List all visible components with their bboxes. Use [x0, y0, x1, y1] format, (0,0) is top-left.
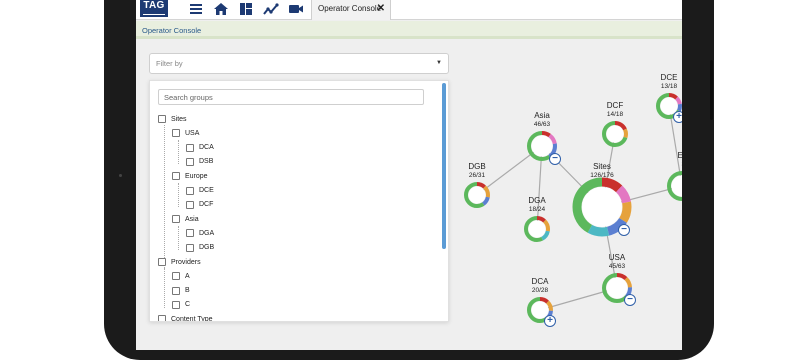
- tree-item-label: DGB: [199, 244, 215, 252]
- node-name-asia: Asia: [534, 111, 550, 120]
- tree-checkbox[interactable]: [158, 115, 166, 123]
- tree-item-dsb[interactable]: DSB: [186, 157, 214, 166]
- tablet-camera-dot: [119, 174, 122, 177]
- node-center: [531, 135, 553, 157]
- tree-checkbox[interactable]: [158, 315, 166, 321]
- tree-item-label: Providers: [171, 258, 201, 266]
- node-name-dca: DCA: [531, 277, 549, 286]
- tree-item-sites[interactable]: Sites: [158, 115, 187, 123]
- graph-node-dgb[interactable]: [464, 182, 490, 208]
- tree-checkbox[interactable]: [186, 143, 194, 152]
- tree-guide-line: [164, 125, 165, 278]
- node-count-dce: 13/18: [660, 83, 678, 90]
- node-name-dga: DGA: [528, 196, 546, 205]
- tree-item-label: A: [185, 272, 190, 280]
- tablet-side-button: [710, 60, 713, 120]
- search-groups-input[interactable]: Search groups: [158, 89, 424, 105]
- graph-node-europe[interactable]: [667, 171, 682, 201]
- tree-item-label: Content Type: [171, 315, 213, 322]
- tree-checkbox[interactable]: [172, 172, 180, 181]
- tree-item-europe[interactable]: Europe: [172, 172, 208, 181]
- tree-item-label: DCF: [199, 201, 214, 209]
- expand-node-button[interactable]: +: [544, 315, 556, 327]
- tree-checkbox[interactable]: [186, 200, 194, 209]
- groups-panel: Search groups Sites USA DCA DSB Europe DCE DCF…: [149, 80, 449, 322]
- node-count-usa: 45/63: [608, 263, 626, 270]
- chevron-down-icon: ▼: [436, 60, 442, 66]
- tree-item-label: Europe: [185, 172, 208, 180]
- tree-item-label: Asia: [185, 215, 199, 223]
- tree-item-label: USA: [185, 129, 200, 137]
- tree-item-dcf[interactable]: DCF: [186, 200, 214, 209]
- collapse-node-button[interactable]: −: [549, 153, 561, 165]
- tree-item-usa[interactable]: USA: [172, 129, 200, 138]
- node-count-dgb: 26/31: [468, 172, 486, 179]
- collapse-node-button[interactable]: −: [624, 294, 636, 306]
- tree-checkbox[interactable]: [186, 157, 194, 166]
- tree-guide-line: [178, 183, 179, 207]
- tree-item-dgb[interactable]: DGB: [186, 243, 215, 252]
- node-count-dga: 18/24: [528, 206, 546, 213]
- node-count-asia: 46/63: [533, 121, 551, 128]
- tree-guide-line: [178, 140, 179, 164]
- node-center: [528, 220, 546, 238]
- tree-checkbox[interactable]: [186, 186, 194, 195]
- tree-item-label: Sites: [171, 115, 187, 123]
- tree-item-content-type[interactable]: Content Type: [158, 315, 213, 322]
- tree-item-label: B: [185, 287, 190, 295]
- tree-item-b[interactable]: B: [172, 286, 190, 295]
- search-groups-placeholder: Search groups: [164, 93, 213, 102]
- tree-item-dca[interactable]: DCA: [186, 143, 214, 152]
- tree-item-providers[interactable]: Providers: [158, 258, 201, 266]
- node-name-dgb: DGB: [468, 162, 486, 171]
- tree-item-label: DGA: [199, 229, 215, 237]
- node-name-sites: Sites: [593, 162, 611, 171]
- tree-checkbox[interactable]: [186, 243, 194, 252]
- node-count-sites: 126/176: [590, 172, 614, 179]
- node-center: [468, 186, 486, 204]
- node-center: [582, 187, 622, 227]
- tree-checkbox[interactable]: [158, 258, 166, 266]
- graph-node-dcf[interactable]: [602, 121, 628, 147]
- tree-item-a[interactable]: A: [172, 272, 190, 281]
- tree-item-asia[interactable]: Asia: [172, 215, 199, 224]
- tree-item-c[interactable]: C: [172, 300, 191, 309]
- node-name-usa: USA: [608, 253, 626, 262]
- tree-item-label: C: [185, 301, 191, 309]
- tree-item-dga[interactable]: DGA: [186, 229, 215, 238]
- tree-checkbox[interactable]: [172, 215, 180, 224]
- tree-guide-line: [164, 268, 165, 308]
- node-count-europe: 35/: [656, 161, 682, 168]
- filter-placeholder: Filter by: [156, 59, 183, 68]
- node-count-dca: 20/28: [531, 287, 549, 294]
- expand-node-button[interactable]: +: [673, 111, 682, 123]
- collapse-node-button[interactable]: −: [618, 224, 630, 236]
- panel-scrollbar[interactable]: [442, 83, 446, 249]
- tree-checkbox[interactable]: [172, 286, 180, 295]
- node-name-europe: Euro: [677, 151, 682, 160]
- tree-checkbox[interactable]: [172, 300, 180, 309]
- tree-item-dce[interactable]: DCE: [186, 186, 214, 195]
- filter-dropdown[interactable]: Filter by ▼: [149, 53, 449, 74]
- node-name-dcf: DCF: [606, 101, 624, 110]
- tree-item-label: DCA: [199, 144, 214, 152]
- node-name-dce: DCE: [660, 73, 678, 82]
- tree-checkbox[interactable]: [172, 272, 180, 281]
- tree-item-label: DSB: [199, 158, 214, 166]
- tree-checkbox[interactable]: [172, 129, 180, 138]
- tree-checkbox[interactable]: [186, 229, 194, 238]
- tree-item-label: DCE: [199, 187, 214, 194]
- tree-guide-line: [178, 226, 179, 250]
- app-screen: TAG Operator Console ✕ Operator Console …: [136, 0, 682, 350]
- graph-node-dga[interactable]: [524, 216, 550, 242]
- node-count-dcf: 14/18: [606, 111, 624, 118]
- node-center: [606, 125, 624, 143]
